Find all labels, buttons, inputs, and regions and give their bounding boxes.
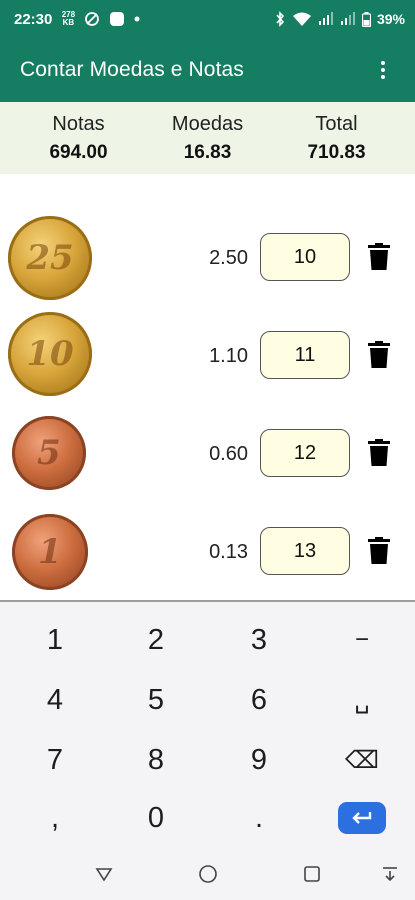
coin-row-partial [0,174,415,182]
coin-image: 1 [12,514,88,590]
sync-off-icon [85,12,100,26]
status-time: 22:30 [14,10,53,28]
quantity-input[interactable] [260,527,350,575]
grand-total: Total 710.83 [272,102,401,174]
key-2[interactable]: 2 [111,612,201,668]
coins-value: 16.83 [183,141,232,163]
notification-badge-bottom: KB [62,18,75,27]
key-1[interactable]: 1 [10,612,100,668]
notification-badge: 278 KB [61,11,75,27]
wifi-icon [292,12,311,26]
coins-label: Moedas [171,112,244,135]
key-period[interactable]: . [214,790,304,846]
backspace-icon[interactable]: ⌫ [317,732,407,788]
quantity-input[interactable] [260,331,350,379]
key-comma[interactable]: , [10,790,100,846]
coin-price: 1.10 [209,345,248,367]
key-minus[interactable]: − [317,612,407,668]
app-bar: Contar Moedas e Notas [0,38,415,102]
numeric-keyboard: 1 2 3 − 4 5 6 ␣ 7 8 9 ⌫ , 0 . [0,602,415,850]
coin-list[interactable]: 25 2.50 10 1.10 5 0.60 1 0.13 [0,174,415,600]
coin-row: 5 0.60 [0,398,415,496]
key-0[interactable]: 0 [111,790,201,846]
coin-price: 0.13 [209,541,248,563]
key-5[interactable]: 5 [111,672,201,728]
battery-icon [361,11,371,27]
coin-row: 25 2.50 [0,202,415,300]
home-icon[interactable] [196,862,220,886]
overflow-menu-icon[interactable] [371,58,395,82]
coins-total: Moedas 16.83 [143,102,272,174]
total-value: 710.83 [307,141,366,163]
coin-price: 2.50 [209,247,248,269]
coin-row: 1 0.13 [0,496,415,594]
key-4[interactable]: 4 [10,672,100,728]
delete-icon[interactable] [368,439,390,467]
quantity-input[interactable] [260,429,350,477]
coin-image: 5 [12,416,86,490]
coin-face-value: 5 [37,433,61,473]
key-6[interactable]: 6 [214,672,304,728]
coin-row: 10 1.10 [0,300,415,398]
hide-keyboard-icon[interactable] [378,862,402,886]
notes-label: Notas [52,112,105,135]
back-icon[interactable] [92,862,116,886]
coin-price: 0.60 [209,443,248,465]
system-nav-bar [0,850,415,900]
key-8[interactable]: 8 [111,732,201,788]
key-3[interactable]: 3 [214,612,304,668]
app-title: Contar Moedas e Notas [20,58,244,81]
key-9[interactable]: 9 [214,732,304,788]
notes-total: Notas 694.00 [14,102,143,174]
enter-icon [352,812,372,824]
coin-face-value: 1 [38,532,62,572]
coin-face-value: 10 [26,334,74,374]
delete-icon[interactable] [368,341,390,369]
battery-percent: 39% [376,11,405,27]
recents-icon[interactable] [300,862,324,886]
more-notifications-dot-icon [134,16,140,22]
notes-value: 694.00 [49,141,108,163]
key-space[interactable]: ␣ [317,672,407,728]
key-7[interactable]: 7 [10,732,100,788]
signal-2-icon [340,12,355,25]
coin-image: 25 [8,216,92,300]
coin-face-value: 25 [26,238,74,278]
enter-key[interactable] [338,802,386,834]
app-notification-icon [110,12,125,26]
delete-icon[interactable] [368,537,390,565]
delete-icon[interactable] [368,243,390,271]
signal-1-icon [318,12,333,25]
bluetooth-icon [276,11,285,27]
status-bar: 22:30 278 KB 39% [0,0,415,38]
coin-image: 10 [8,312,92,396]
total-label: Total [315,112,358,135]
quantity-input[interactable] [260,233,350,281]
totals-summary: Notas 694.00 Moedas 16.83 Total 710.83 [0,102,415,174]
